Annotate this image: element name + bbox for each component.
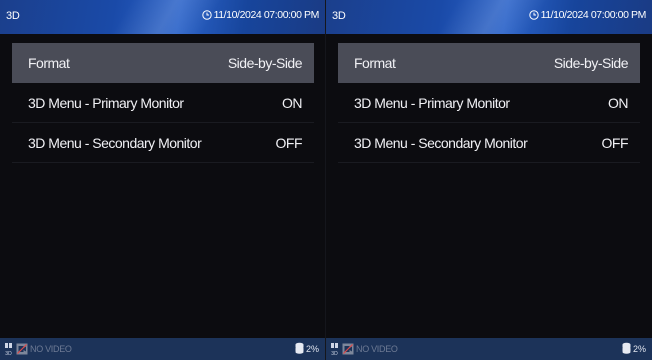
storage-indicator: 2%: [622, 342, 646, 356]
svg-text:3D: 3D: [331, 351, 338, 356]
storage-indicator: 2%: [295, 342, 319, 356]
menu-title: 3D: [6, 10, 20, 22]
menu-item-value: ON: [608, 94, 629, 111]
menu-item-label: Format: [354, 55, 396, 71]
settings-menu: Format Side-by-Side 3D Menu - Primary Mo…: [12, 43, 314, 163]
menu-title: 3D: [332, 10, 346, 22]
menu-item-label: 3D Menu - Secondary Monitor: [354, 134, 528, 151]
3d-mode-icon: 3D: [330, 342, 339, 356]
menu-item-label: 3D Menu - Secondary Monitor: [28, 134, 202, 151]
datetime-text: 11/10/2024 07:00:00 PM: [540, 9, 647, 21]
svg-text:3D: 3D: [5, 351, 12, 356]
video-status: NO VIDEO: [16, 343, 72, 355]
clock-icon: [201, 10, 212, 20]
storage-percent: 2%: [305, 344, 319, 354]
no-video-icon: [342, 343, 354, 355]
menu-item-value: OFF: [601, 134, 629, 151]
menu-item-value: ON: [282, 94, 303, 111]
menu-item-value: OFF: [275, 134, 303, 151]
menu-item-value: Side-by-Side: [227, 55, 303, 71]
menu-item-primary-monitor[interactable]: 3D Menu - Primary Monitor ON: [12, 83, 314, 123]
video-status-text: NO VIDEO: [356, 344, 398, 354]
menu-item-format[interactable]: Format Side-by-Side: [12, 43, 314, 83]
menu-item-value: Side-by-Side: [553, 55, 629, 71]
menu-item-label: 3D Menu - Primary Monitor: [28, 94, 184, 111]
status-bar: 3D NO VIDEO 2%: [0, 338, 325, 360]
storage-percent: 2%: [632, 344, 646, 354]
menu-item-secondary-monitor[interactable]: 3D Menu - Secondary Monitor OFF: [338, 123, 640, 163]
menu-item-label: Format: [28, 55, 70, 71]
header-bar: 3D 11/10/2024 07:00:00 PM: [0, 0, 325, 34]
datetime: 11/10/2024 07:00:00 PM: [528, 9, 647, 21]
menu-item-secondary-monitor[interactable]: 3D Menu - Secondary Monitor OFF: [12, 123, 314, 163]
video-status: NO VIDEO: [342, 343, 398, 355]
storage-icon: [295, 342, 304, 354]
3d-mode-icon: 3D: [4, 342, 13, 356]
dual-screen: 3D 11/10/2024 07:00:00 PM Format Side-by…: [0, 0, 652, 360]
datetime: 11/10/2024 07:00:00 PM: [201, 9, 320, 21]
menu-item-format[interactable]: Format Side-by-Side: [338, 43, 640, 83]
header-bar: 3D 11/10/2024 07:00:00 PM: [326, 0, 652, 34]
right-monitor-pane: 3D 11/10/2024 07:00:00 PM Format Side-by…: [326, 0, 652, 360]
menu-item-primary-monitor[interactable]: 3D Menu - Primary Monitor ON: [338, 83, 640, 123]
settings-menu: Format Side-by-Side 3D Menu - Primary Mo…: [338, 43, 640, 163]
left-monitor-pane: 3D 11/10/2024 07:00:00 PM Format Side-by…: [0, 0, 326, 360]
datetime-text: 11/10/2024 07:00:00 PM: [213, 9, 320, 21]
video-status-text: NO VIDEO: [30, 344, 72, 354]
storage-icon: [622, 342, 631, 354]
clock-icon: [528, 10, 539, 20]
status-bar: 3D NO VIDEO 2%: [326, 338, 652, 360]
no-video-icon: [16, 343, 28, 355]
menu-item-label: 3D Menu - Primary Monitor: [354, 94, 510, 111]
